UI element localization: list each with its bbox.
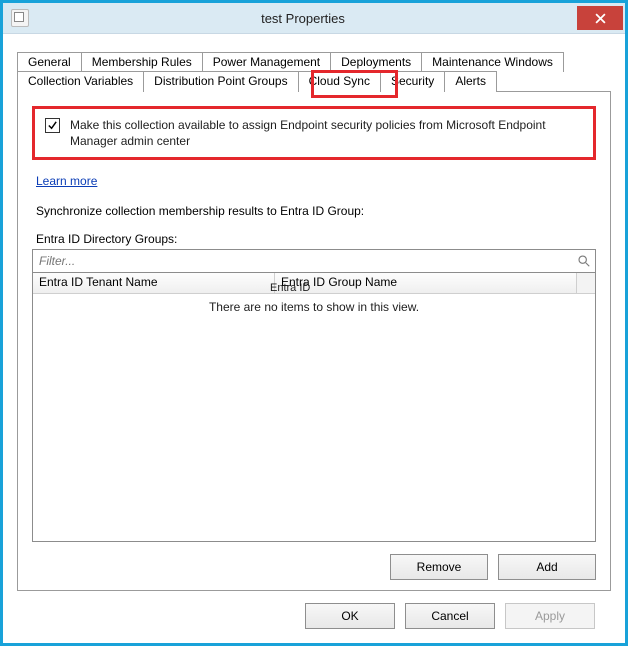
directory-groups-grid: Entra ID Tenant Name Entra ID Group Name…: [32, 273, 596, 542]
dialog-buttons: OK Cancel Apply: [17, 591, 611, 629]
grid-empty-message: There are no items to show in this view.: [33, 300, 595, 314]
annotation-checkbox-highlight: Make this collection available to assign…: [32, 106, 596, 160]
titlebar: test Properties: [3, 3, 625, 34]
properties-dialog: test Properties General Membership Rules…: [2, 2, 626, 644]
tab-security[interactable]: Security: [380, 71, 445, 92]
column-group-name[interactable]: Entra ID Group Name: [275, 273, 577, 293]
filter-input[interactable]: [33, 251, 573, 271]
add-button[interactable]: Add: [498, 554, 596, 580]
close-button[interactable]: [577, 6, 623, 30]
tab-general[interactable]: General: [17, 52, 82, 72]
checkmark-icon: [47, 120, 58, 131]
search-icon[interactable]: [573, 250, 595, 272]
remove-button[interactable]: Remove: [390, 554, 488, 580]
tab-deployments[interactable]: Deployments: [330, 52, 422, 72]
app-icon: [11, 9, 29, 27]
apply-button[interactable]: Apply: [505, 603, 595, 629]
group-buttons: Remove Add: [32, 554, 596, 580]
client-area: General Membership Rules Power Managemen…: [3, 34, 625, 643]
tab-collection-variables[interactable]: Collection Variables: [17, 71, 144, 92]
entra-id-label: Entra ID: [270, 282, 310, 294]
learn-more-row: Learn more: [36, 174, 596, 188]
checkbox-make-available[interactable]: [45, 118, 60, 133]
grid-body: There are no items to show in this view.: [33, 294, 595, 541]
column-tenant-name[interactable]: Entra ID Tenant Name: [33, 273, 275, 293]
column-spacer: [577, 273, 595, 293]
cancel-button[interactable]: Cancel: [405, 603, 495, 629]
filter-field: [32, 249, 596, 273]
checkbox-label: Make this collection available to assign…: [70, 117, 583, 149]
sync-description: Synchronize collection membership result…: [36, 204, 596, 218]
window-title: test Properties: [29, 11, 577, 26]
tab-panel-cloud-sync: Make this collection available to assign…: [17, 91, 611, 591]
tab-maintenance-windows[interactable]: Maintenance Windows: [421, 52, 564, 72]
tab-strip: General Membership Rules Power Managemen…: [17, 52, 611, 92]
tab-power-management[interactable]: Power Management: [202, 52, 331, 72]
learn-more-link[interactable]: Learn more: [36, 174, 97, 188]
ok-button[interactable]: OK: [305, 603, 395, 629]
grid-header: Entra ID Tenant Name Entra ID Group Name: [33, 273, 595, 294]
tab-distribution-point-groups[interactable]: Distribution Point Groups: [143, 71, 298, 92]
tab-cloud-sync[interactable]: Cloud Sync: [298, 71, 381, 92]
tab-membership-rules[interactable]: Membership Rules: [81, 52, 203, 72]
tab-alerts[interactable]: Alerts: [444, 71, 497, 92]
directory-groups-label: Entra ID Directory Groups:: [36, 232, 596, 246]
close-icon: [595, 13, 606, 24]
